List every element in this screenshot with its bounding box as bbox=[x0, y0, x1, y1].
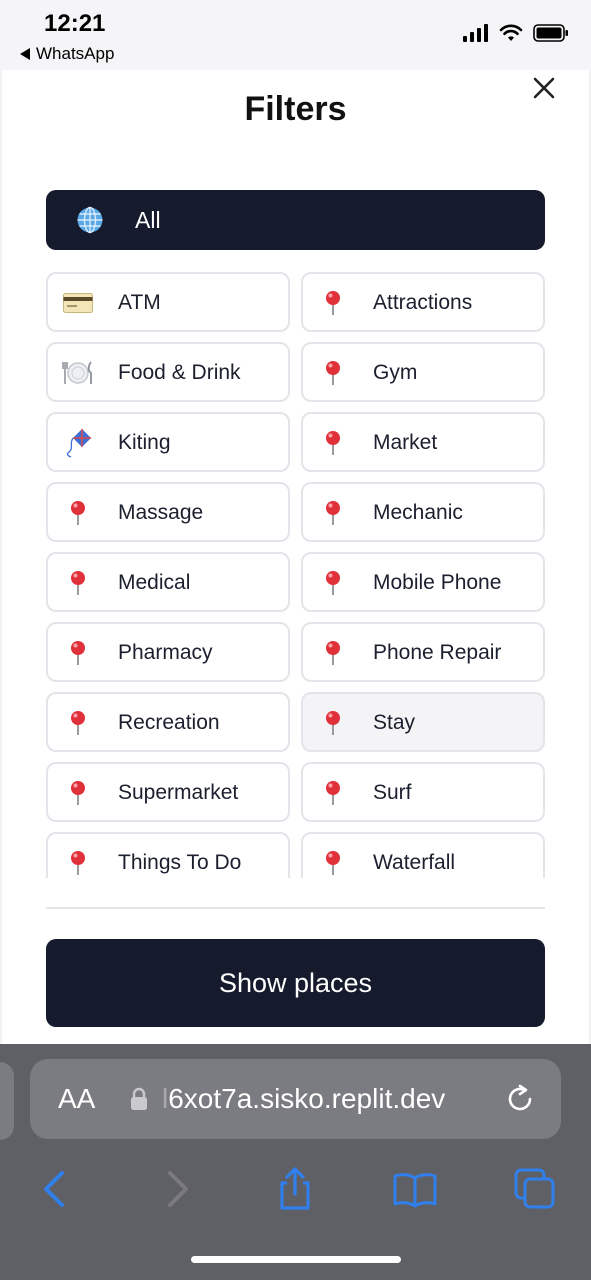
battery-icon bbox=[533, 24, 568, 42]
plate-icon bbox=[62, 358, 94, 388]
page-title: Filters bbox=[244, 90, 347, 128]
divider bbox=[46, 907, 545, 909]
filter-chip-mechanic[interactable]: Mechanic bbox=[301, 482, 545, 542]
filter-chip-waterfall[interactable]: Waterfall bbox=[301, 832, 545, 878]
filter-chip-market[interactable]: Market bbox=[301, 412, 545, 472]
filter-chip-label: Gym bbox=[373, 361, 418, 384]
pin-icon bbox=[317, 428, 349, 458]
filter-chip-recreation[interactable]: Recreation bbox=[46, 692, 290, 752]
status-time: 12:21 bbox=[44, 10, 106, 37]
filter-chip-label: Mechanic bbox=[373, 501, 463, 524]
filter-chip-attractions[interactable]: Attractions bbox=[301, 272, 545, 332]
credit-card-icon bbox=[62, 288, 94, 318]
bookmarks-icon[interactable] bbox=[392, 1166, 438, 1212]
filter-chip-medical[interactable]: Medical bbox=[46, 552, 290, 612]
url-value: 6xot7a.sisko.replit.dev bbox=[168, 1083, 446, 1114]
filter-chip-label: Supermarket bbox=[118, 781, 239, 804]
pin-icon bbox=[317, 288, 349, 318]
browser-toolbar: AA l6xot7a.sisko.replit.dev bbox=[0, 1044, 591, 1280]
filter-chip-label: Medical bbox=[118, 571, 191, 594]
reader-aa-button[interactable]: AA bbox=[58, 1083, 95, 1115]
filter-chip-pharmacy[interactable]: Pharmacy bbox=[46, 622, 290, 682]
filter-chip-stay[interactable]: Stay bbox=[301, 692, 545, 752]
pin-icon bbox=[317, 498, 349, 528]
filter-chip-label: ATM bbox=[118, 291, 161, 314]
filter-chip-label: Market bbox=[373, 431, 438, 454]
back-to-app-link[interactable]: WhatsApp bbox=[20, 44, 114, 64]
filter-all-button[interactable]: All bbox=[46, 190, 545, 250]
pin-icon bbox=[317, 638, 349, 668]
filter-chip-phone-repair[interactable]: Phone Repair bbox=[301, 622, 545, 682]
url-text: l6xot7a.sisko.replit.dev bbox=[162, 1083, 445, 1115]
previous-tab-peek[interactable] bbox=[0, 1062, 14, 1140]
address-bar[interactable]: AA l6xot7a.sisko.replit.dev bbox=[30, 1059, 561, 1139]
aa-label: AA bbox=[58, 1083, 96, 1114]
filter-chip-surf[interactable]: Surf bbox=[301, 762, 545, 822]
pin-icon bbox=[62, 848, 94, 878]
filter-chip-supermarket[interactable]: Supermarket bbox=[46, 762, 290, 822]
filter-chip-label: Pharmacy bbox=[118, 641, 213, 664]
back-icon[interactable] bbox=[32, 1166, 78, 1212]
pin-icon bbox=[62, 498, 94, 528]
pin-icon bbox=[317, 708, 349, 738]
show-places-button[interactable]: Show places bbox=[46, 939, 545, 1027]
filter-all-label: All bbox=[135, 206, 161, 233]
filter-chip-label: Surf bbox=[373, 781, 412, 804]
filter-chip-atm[interactable]: ATM bbox=[46, 272, 290, 332]
filter-grid: ATM Attractions Food & Drink Gym Kiting … bbox=[0, 268, 591, 878]
kite-icon bbox=[62, 428, 94, 458]
status-bar: 12:21 WhatsApp bbox=[0, 0, 591, 70]
lock-icon bbox=[131, 1087, 147, 1110]
pin-icon bbox=[317, 358, 349, 388]
wifi-icon bbox=[499, 24, 523, 41]
filter-chip-things-to-do[interactable]: Things To Do bbox=[46, 832, 290, 878]
filter-chip-label: Phone Repair bbox=[373, 641, 502, 664]
pin-icon bbox=[317, 568, 349, 598]
pin-icon bbox=[317, 778, 349, 808]
filter-chip-label: Mobile Phone bbox=[373, 571, 502, 594]
tabs-icon[interactable] bbox=[512, 1166, 558, 1212]
filter-chip-label: Attractions bbox=[373, 291, 473, 314]
filter-chip-label: Food & Drink bbox=[118, 361, 241, 384]
signal-icon bbox=[463, 24, 488, 42]
back-triangle-icon bbox=[20, 48, 30, 60]
system-icons bbox=[463, 24, 569, 42]
filter-chip-label: Waterfall bbox=[373, 851, 456, 874]
home-indicator bbox=[191, 1256, 401, 1263]
filter-chip-label: Things To Do bbox=[118, 851, 242, 874]
filter-chip-label: Kiting bbox=[118, 431, 171, 454]
filter-chip-label: Stay bbox=[373, 711, 416, 734]
reload-icon[interactable] bbox=[504, 1083, 536, 1115]
pin-icon bbox=[62, 568, 94, 598]
filter-chip-label: Recreation bbox=[118, 711, 220, 734]
forward-icon[interactable] bbox=[154, 1166, 200, 1212]
filter-chip-massage[interactable]: Massage bbox=[46, 482, 290, 542]
pin-icon bbox=[62, 638, 94, 668]
filter-chip-kiting[interactable]: Kiting bbox=[46, 412, 290, 472]
filter-chip-gym[interactable]: Gym bbox=[301, 342, 545, 402]
back-app-label: WhatsApp bbox=[36, 44, 115, 63]
pin-icon bbox=[62, 778, 94, 808]
share-icon[interactable] bbox=[272, 1166, 318, 1212]
filter-chip-food-drink[interactable]: Food & Drink bbox=[46, 342, 290, 402]
globe-icon bbox=[77, 206, 103, 234]
pin-icon bbox=[62, 708, 94, 738]
pin-icon bbox=[317, 848, 349, 878]
filter-chip-label: Massage bbox=[118, 501, 204, 524]
filter-chip-mobile-phone[interactable]: Mobile Phone bbox=[301, 552, 545, 612]
